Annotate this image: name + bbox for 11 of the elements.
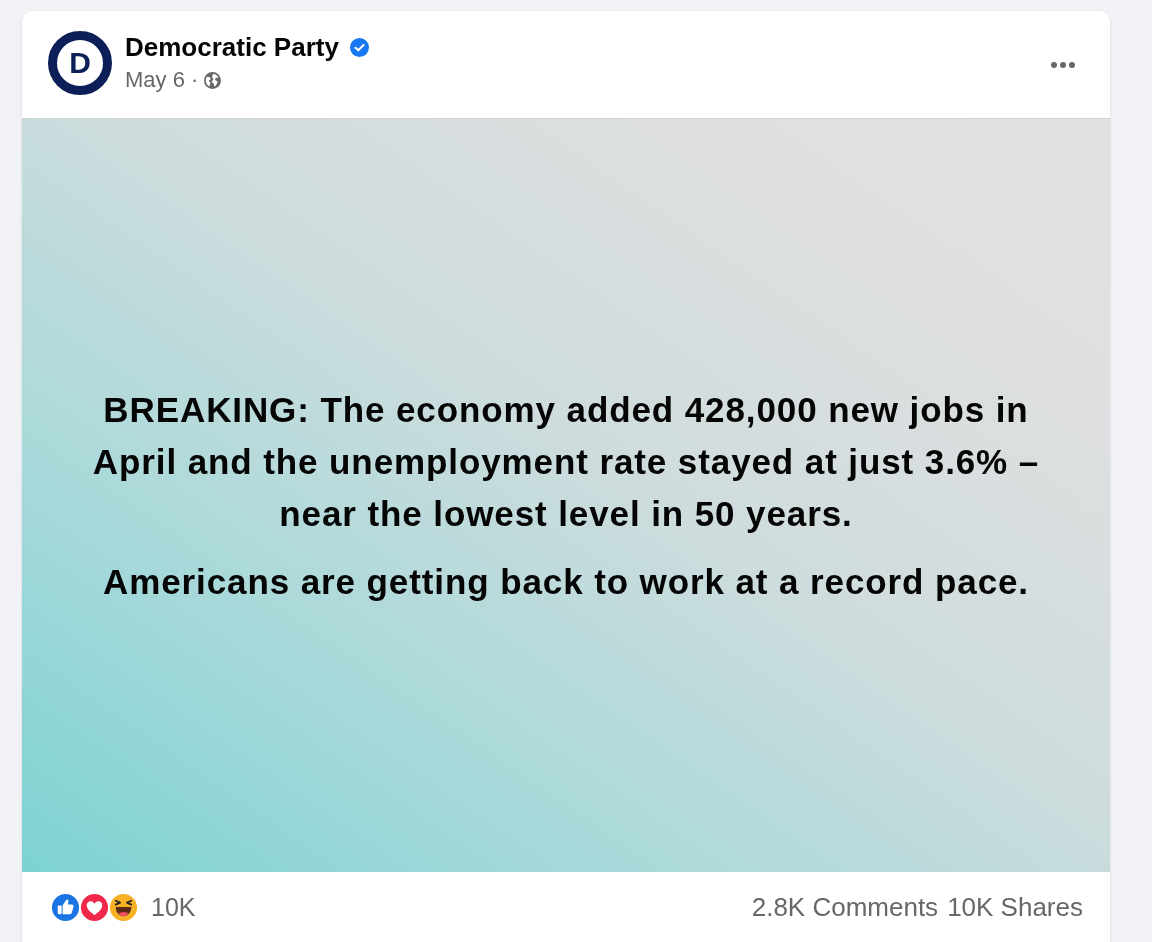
like-icon xyxy=(50,891,81,923)
post-text: Americans are getting back to work at a record pace. xyxy=(103,560,1029,603)
reaction-count[interactable]: 10K xyxy=(151,892,196,922)
author-name[interactable]: Democratic Party xyxy=(125,31,339,63)
comments-link[interactable]: 2.8K Comments xyxy=(751,891,939,923)
globe-icon xyxy=(204,71,222,89)
post-date[interactable]: May 6 · xyxy=(125,67,199,93)
laughing-emoji-icon xyxy=(108,891,139,923)
party-logo-avatar[interactable]: D xyxy=(48,31,112,95)
post-text: BREAKING: The economy added 428,000 new jobs in April and the unemployment rate stayed at just 3.6% – near the lowest level in 50 years. xyxy=(91,388,1041,535)
shares-link[interactable]: 10K Shares xyxy=(947,891,1083,923)
